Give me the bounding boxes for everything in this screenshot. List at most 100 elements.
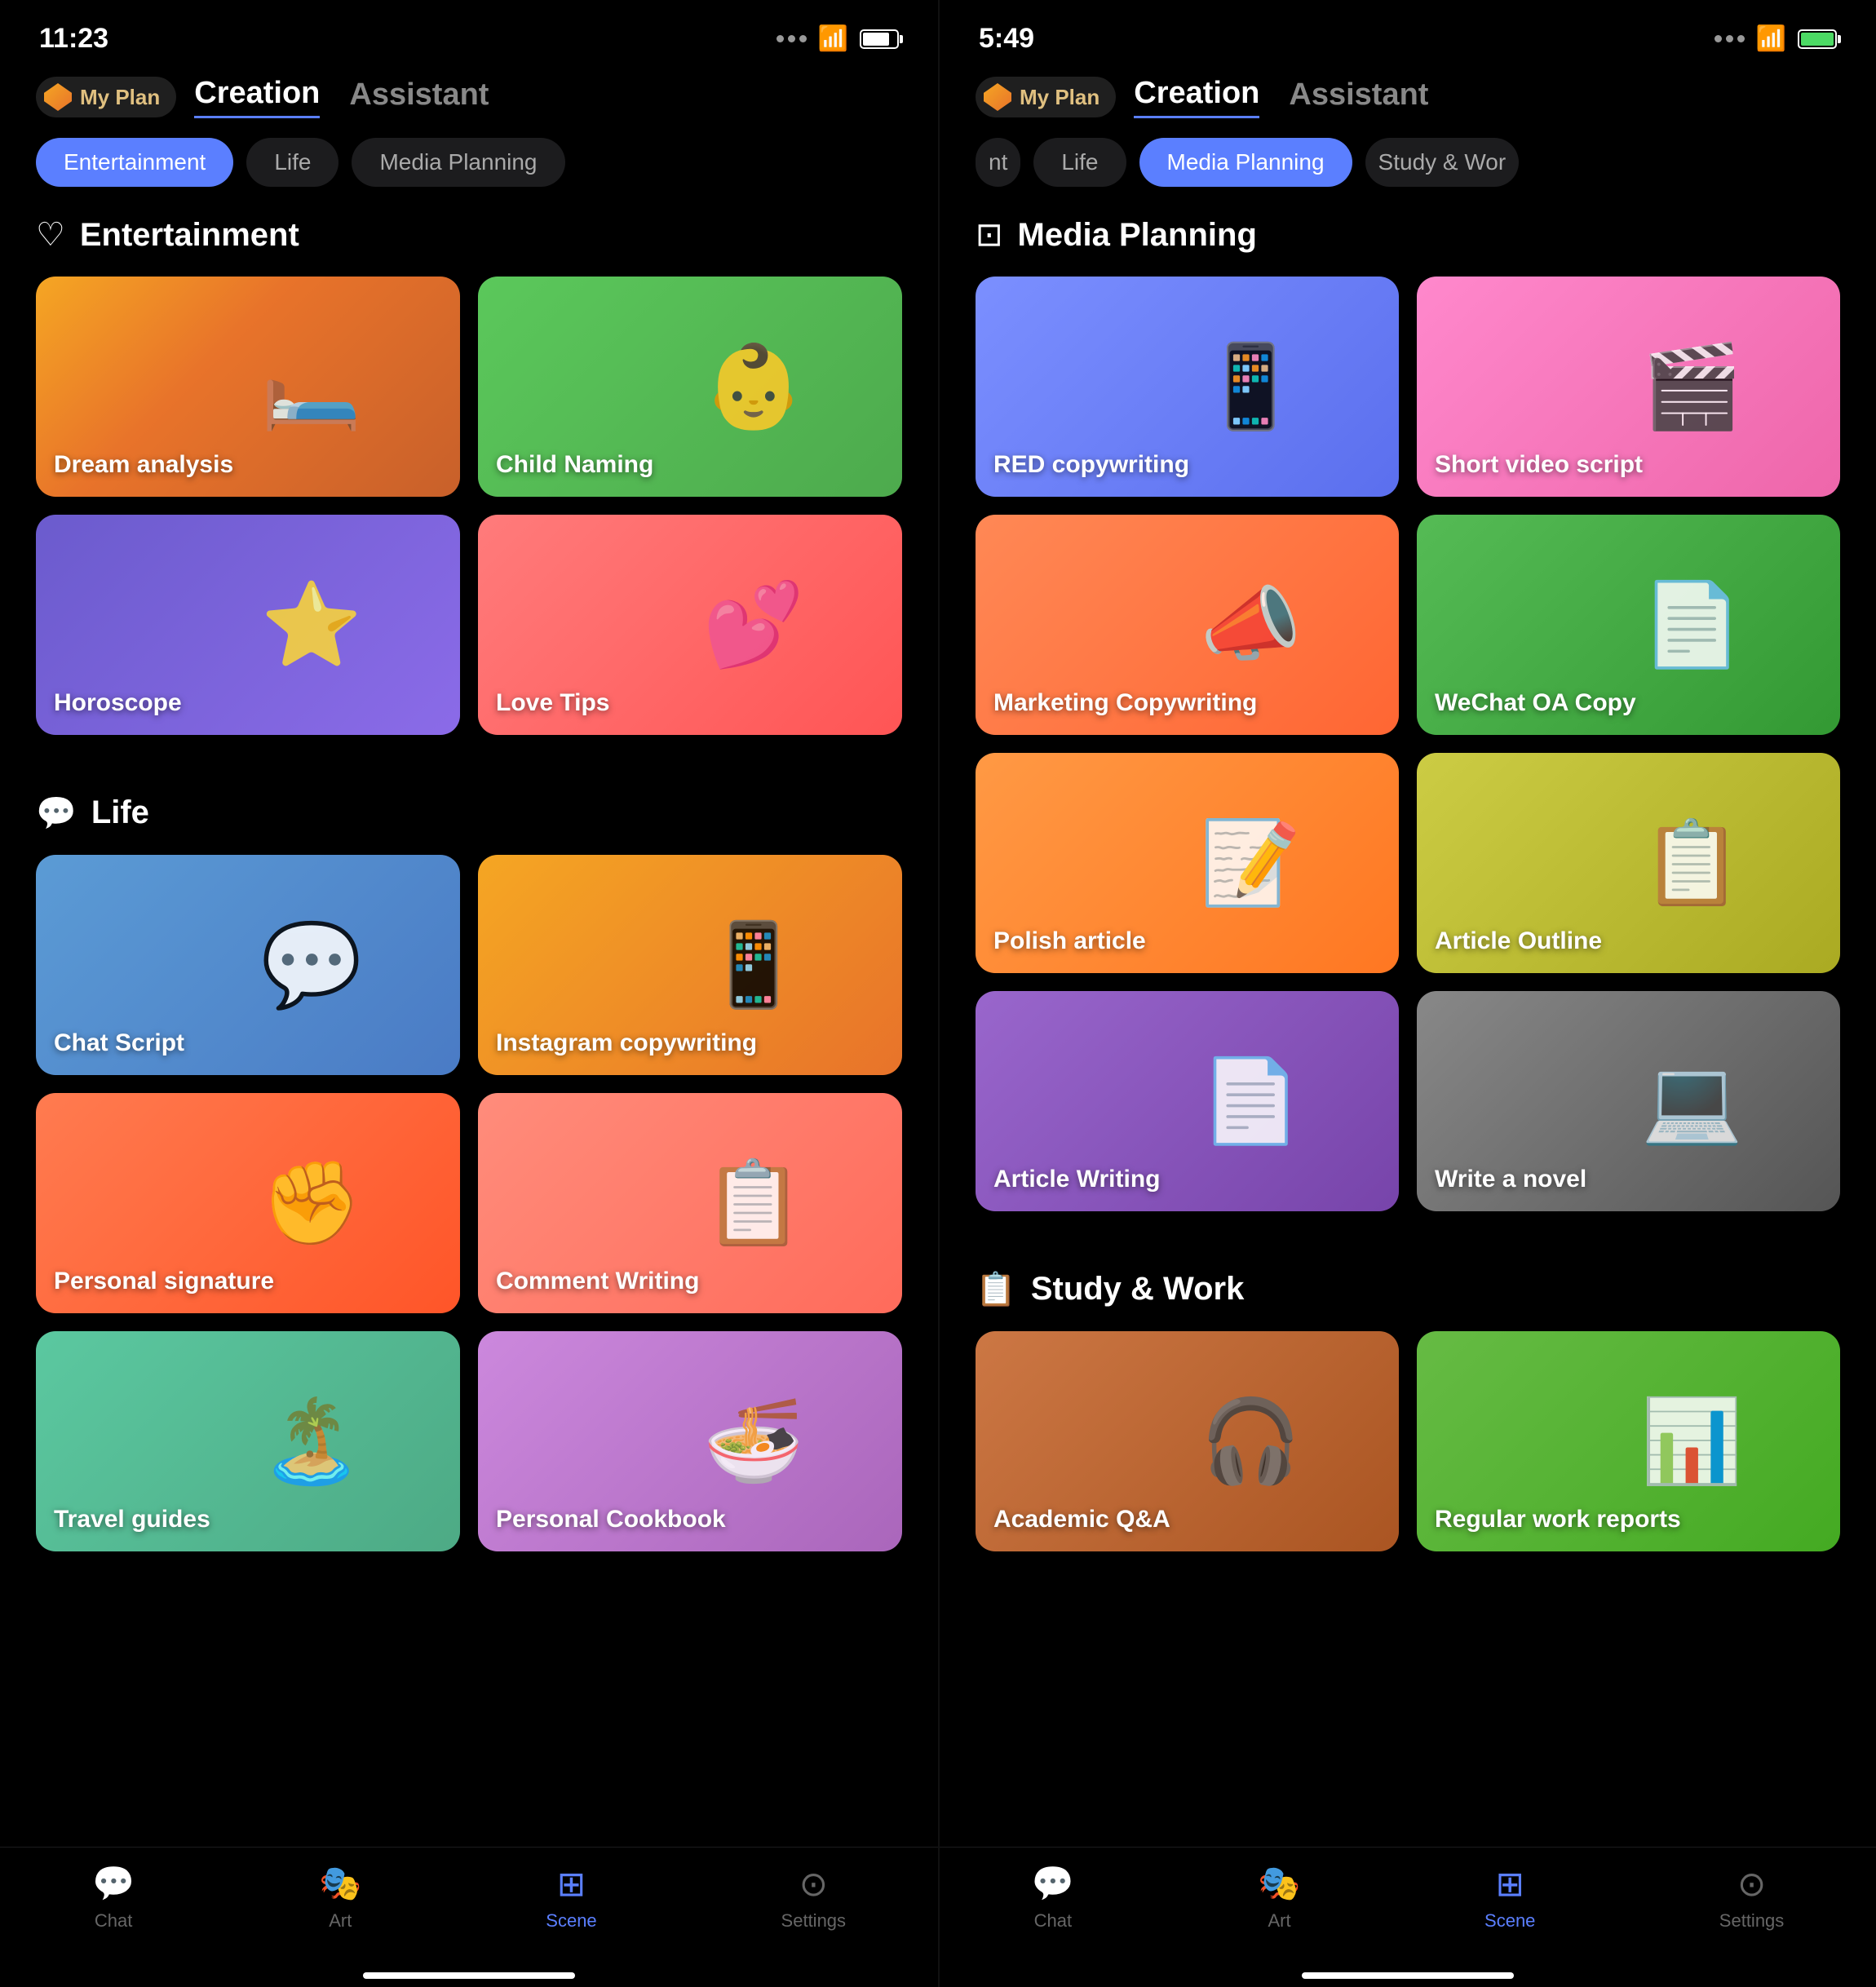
- right-nav-chat[interactable]: 💬 Chat: [1032, 1864, 1074, 1932]
- my-plan-badge[interactable]: My Plan: [36, 77, 176, 117]
- right-nav-settings[interactable]: ⊙ Settings: [1719, 1864, 1785, 1932]
- cookbook-card[interactable]: 🍜 Personal Cookbook: [478, 1331, 902, 1551]
- wechat-card[interactable]: 📄 WeChat OA Copy: [1417, 515, 1840, 735]
- left-status-bar: 11:23 📶: [0, 0, 938, 63]
- signal-dots: [777, 35, 807, 42]
- right-nav-art[interactable]: 🎭 Art: [1258, 1864, 1300, 1932]
- right-diamond-icon: [984, 83, 1011, 111]
- polish-card[interactable]: 📝 Polish article: [976, 753, 1399, 973]
- left-filter-tabs: Entertainment Life Media Planning: [0, 118, 938, 187]
- settings-nav-label: Settings: [781, 1910, 847, 1932]
- right-nav-scene[interactable]: ⊞ Scene: [1484, 1864, 1535, 1932]
- child-label: Child Naming: [496, 449, 653, 480]
- marketing-card[interactable]: 📣 Marketing Copywriting: [976, 515, 1399, 735]
- right-art-icon: 🎭: [1258, 1864, 1300, 1904]
- academic-card[interactable]: 🎧 Academic Q&A: [976, 1331, 1399, 1551]
- entertainment-section: ♡ Entertainment 🛏️ Dream analysis 👶 Chil…: [0, 187, 938, 735]
- right-chat-label: Chat: [1034, 1910, 1072, 1932]
- dream-analysis-card[interactable]: 🛏️ Dream analysis: [36, 277, 460, 497]
- left-bottom-nav: 💬 Chat 🎭 Art ⊞ Scene ⊙ Settings: [0, 1847, 938, 1972]
- love-illustration: 💕: [605, 515, 902, 735]
- instagram-card[interactable]: 📱 Instagram copywriting: [478, 855, 902, 1075]
- instagram-label: Instagram copywriting: [496, 1027, 757, 1059]
- short-video-card[interactable]: 🎬 Short video script: [1417, 277, 1840, 497]
- right-signal-dots: [1715, 35, 1745, 42]
- left-nav-tabs: Creation Assistant: [194, 76, 489, 118]
- media-grid: 📱 RED copywriting 🎬 Short video script 📣…: [976, 277, 1840, 1211]
- media-title: Media Planning: [1018, 217, 1257, 254]
- scene-nav-label: Scene: [546, 1910, 596, 1932]
- left-filter-life[interactable]: Life: [246, 138, 338, 187]
- right-status-icons: 📶: [1715, 24, 1837, 53]
- left-nav-chat[interactable]: 💬 Chat: [92, 1864, 135, 1932]
- horoscope-label: Horoscope: [54, 687, 182, 719]
- right-phone: 5:49 📶 My Plan Creation Assistant nt Lif…: [938, 0, 1876, 1987]
- left-time: 11:23: [39, 23, 108, 55]
- settings-nav-icon: ⊙: [799, 1864, 828, 1904]
- chat-nav-icon: 💬: [92, 1864, 135, 1904]
- right-scroll: ⊡ Media Planning 📱 RED copywriting 🎬 Sho…: [940, 187, 1876, 1847]
- cookbook-label: Personal Cookbook: [496, 1503, 726, 1535]
- life-icon: 💬: [36, 794, 77, 832]
- wifi-icon: 📶: [818, 24, 848, 53]
- horoscope-card[interactable]: ⭐ Horoscope: [36, 515, 460, 735]
- red-copy-card[interactable]: 📱 RED copywriting: [976, 277, 1399, 497]
- right-filter-life[interactable]: Life: [1033, 138, 1126, 187]
- left-status-icons: 📶: [777, 24, 899, 53]
- entertainment-title: Entertainment: [80, 217, 299, 254]
- travel-card[interactable]: 🏝️ Travel guides: [36, 1331, 460, 1551]
- left-filter-entertainment[interactable]: Entertainment: [36, 138, 233, 187]
- right-status-bar: 5:49 📶: [940, 0, 1876, 63]
- right-filter-study[interactable]: Study & Wor: [1365, 138, 1520, 187]
- right-home-indicator: [1302, 1972, 1514, 1979]
- sig-label: Personal signature: [54, 1265, 274, 1297]
- dream-label: Dream analysis: [54, 449, 233, 480]
- left-nav-art[interactable]: 🎭 Art: [319, 1864, 361, 1932]
- life-header: 💬 Life: [36, 794, 902, 832]
- right-tab-assistant[interactable]: Assistant: [1289, 77, 1428, 117]
- left-filter-media[interactable]: Media Planning: [352, 138, 564, 187]
- novel-label: Write a novel: [1435, 1163, 1586, 1195]
- article-outline-card[interactable]: 📋 Article Outline: [1417, 753, 1840, 973]
- comment-label: Comment Writing: [496, 1265, 699, 1297]
- comment-card[interactable]: 📋 Comment Writing: [478, 1093, 902, 1313]
- right-my-plan-label: My Plan: [1020, 85, 1099, 110]
- child-naming-card[interactable]: 👶 Child Naming: [478, 277, 902, 497]
- right-tab-creation[interactable]: Creation: [1134, 76, 1259, 118]
- right-art-label: Art: [1268, 1910, 1290, 1932]
- novel-card[interactable]: 💻 Write a novel: [1417, 991, 1840, 1211]
- entertainment-icon: ♡: [36, 216, 65, 254]
- right-filter-ent[interactable]: nt: [976, 138, 1020, 187]
- left-tab-creation[interactable]: Creation: [194, 76, 320, 118]
- life-section: 💬 Life 💬 Chat Script 📱 Instagram copywri…: [0, 764, 938, 1551]
- right-settings-icon: ⊙: [1737, 1864, 1766, 1904]
- chat-script-card[interactable]: 💬 Chat Script: [36, 855, 460, 1075]
- right-filter-media[interactable]: Media Planning: [1139, 138, 1352, 187]
- work-reports-card[interactable]: 📊 Regular work reports: [1417, 1331, 1840, 1551]
- horoscope-illustration: ⭐: [163, 515, 460, 735]
- left-nav-settings[interactable]: ⊙ Settings: [781, 1864, 847, 1932]
- right-my-plan-badge[interactable]: My Plan: [976, 77, 1116, 117]
- left-nav-scene[interactable]: ⊞ Scene: [546, 1864, 596, 1932]
- right-settings-label: Settings: [1719, 1910, 1785, 1932]
- love-tips-card[interactable]: 💕 Love Tips: [478, 515, 902, 735]
- left-tab-assistant[interactable]: Assistant: [349, 77, 489, 117]
- life-title: Life: [91, 794, 149, 831]
- article-writing-card[interactable]: 📄 Article Writing: [976, 991, 1399, 1211]
- chat-nav-label: Chat: [95, 1910, 132, 1932]
- novel-illustration: 💻: [1544, 991, 1840, 1211]
- right-battery-icon: [1798, 29, 1837, 49]
- polish-label: Polish article: [993, 925, 1146, 957]
- right-scene-label: Scene: [1484, 1910, 1535, 1932]
- art-nav-label: Art: [329, 1910, 352, 1932]
- personal-sig-card[interactable]: ✊ Personal signature: [36, 1093, 460, 1313]
- chat-label: Chat Script: [54, 1027, 184, 1059]
- right-header: My Plan Creation Assistant: [940, 63, 1876, 118]
- love-label: Love Tips: [496, 687, 609, 719]
- right-filter-tabs: nt Life Media Planning Study & Wor: [940, 118, 1876, 187]
- travel-label: Travel guides: [54, 1503, 210, 1535]
- art-nav-icon: 🎭: [319, 1864, 361, 1904]
- right-nav-tabs: Creation Assistant: [1134, 76, 1428, 118]
- left-header: My Plan Creation Assistant: [0, 63, 938, 118]
- marketing-label: Marketing Copywriting: [993, 687, 1257, 719]
